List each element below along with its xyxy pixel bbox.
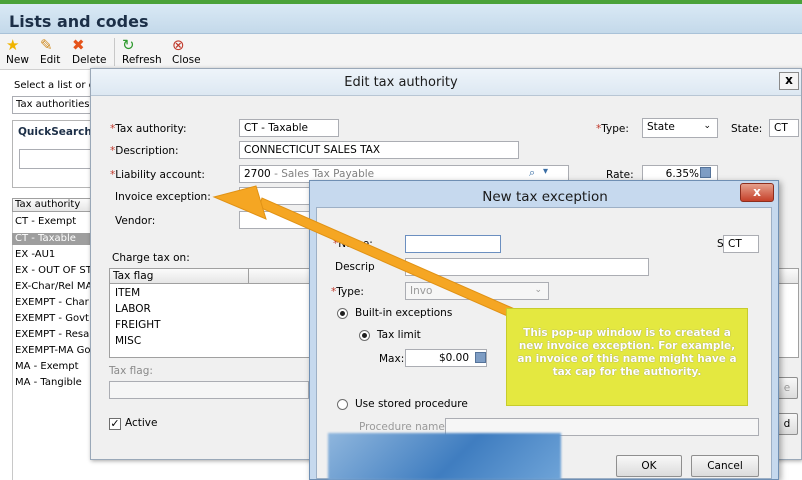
list-item[interactable]: MA - Exempt xyxy=(12,361,95,373)
cancel-button[interactable]: Cancel xyxy=(691,455,759,477)
list-item[interactable]: EXEMPT - Govt xyxy=(12,313,95,325)
title-bar: Lists and codes xyxy=(0,4,802,34)
list-item[interactable]: EX - OUT OF ST xyxy=(12,265,95,277)
list-item[interactable]: EXEMPT-MA Go xyxy=(12,345,95,357)
quicksearch-box: QuickSearch xyxy=(12,120,93,188)
vendor-label: Vendor: xyxy=(115,215,156,227)
max-label: Max: xyxy=(379,353,405,365)
edit-dialog-close-button[interactable]: x xyxy=(779,72,799,90)
charge-tax-on-label: Charge tax on: xyxy=(112,252,190,264)
type-select[interactable]: Invo ⌄ xyxy=(405,282,549,300)
new-dialog-close-button[interactable]: x xyxy=(740,183,774,202)
tax-flag-row[interactable]: MISC xyxy=(115,335,141,347)
partial-button[interactable]: d xyxy=(776,413,798,435)
tax-authority-label: *Tax authority: xyxy=(110,123,187,135)
state-input[interactable]: CT xyxy=(769,119,799,137)
edit-dialog-header: Edit tax authority x xyxy=(91,69,801,96)
state-input[interactable]: CT xyxy=(723,235,759,253)
chevron-down-icon: ⌄ xyxy=(703,121,711,131)
tax-flag-row[interactable]: LABOR xyxy=(115,303,151,315)
list-item[interactable]: EX-Char/Rel MA xyxy=(12,281,95,293)
refresh-icon: ↻ xyxy=(122,36,135,54)
type-label: *Type: xyxy=(331,286,364,298)
active-label: Active xyxy=(125,417,158,429)
edit-button[interactable]: ✎ Edit xyxy=(40,36,60,66)
edit-dialog-title: Edit tax authority xyxy=(344,75,458,90)
chevron-down-icon: ⌄ xyxy=(534,285,542,295)
toolbar-divider xyxy=(114,38,115,66)
blurred-region xyxy=(328,433,561,480)
procedure-name-label: Procedure name: xyxy=(359,421,449,433)
builtin-exceptions-label: Built-in exceptions xyxy=(355,307,453,319)
list-item[interactable]: MA - Tangible xyxy=(12,377,95,389)
liability-account-label: *Liability account: xyxy=(110,169,205,181)
type-label: *Type: xyxy=(596,123,629,135)
tax-flag-row[interactable]: ITEM xyxy=(115,287,140,299)
description-input[interactable]: CONNECTICUT SALES TAX xyxy=(239,141,519,159)
new-dialog-title: New tax exception xyxy=(482,189,608,205)
app-title: Lists and codes xyxy=(9,12,149,31)
annotation-callout: This pop-up window is to created a new i… xyxy=(506,308,748,406)
name-input[interactable] xyxy=(405,235,501,253)
close-circle-icon: ⊗ xyxy=(172,36,185,54)
calculator-icon[interactable] xyxy=(475,352,486,363)
description-label: *Description: xyxy=(110,145,179,157)
list-item[interactable]: EXEMPT - Char xyxy=(12,297,95,309)
invoice-exception-select[interactable] xyxy=(239,187,311,205)
calculator-icon[interactable] xyxy=(700,167,711,178)
toolbar: ★ New ✎ Edit ✖ Delete ↻ Refresh ⊗ Close xyxy=(0,34,802,70)
name-label: *Name: xyxy=(333,238,373,250)
builtin-exceptions-radio[interactable] xyxy=(337,308,348,319)
list-item[interactable]: CT - Exempt xyxy=(12,216,95,228)
ok-button[interactable]: OK xyxy=(616,455,682,477)
tax-limit-label: Tax limit xyxy=(377,329,421,341)
tax-flag-input[interactable] xyxy=(109,381,309,399)
list-item-selected[interactable]: CT - Taxable xyxy=(12,233,95,245)
tax-limit-radio[interactable] xyxy=(359,330,370,341)
close-button[interactable]: ⊗ Close xyxy=(172,36,201,66)
tax-authority-input[interactable]: CT - Taxable xyxy=(239,119,339,137)
select-list-label: Select a list or c xyxy=(14,80,95,91)
pencil-icon: ✎ xyxy=(40,36,53,54)
delete-button[interactable]: ✖ Delete xyxy=(72,36,107,66)
tax-flag-field-label: Tax flag: xyxy=(109,365,153,377)
stored-procedure-label: Use stored procedure xyxy=(355,398,468,410)
delete-x-icon: ✖ xyxy=(72,36,85,54)
list-item[interactable]: EX -AU1 xyxy=(12,249,95,261)
invoice-exception-label: Invoice exception: xyxy=(115,191,211,203)
description-label: Descrip xyxy=(335,261,375,273)
close-icon: x xyxy=(753,185,761,199)
refresh-button[interactable]: ↻ Refresh xyxy=(122,36,162,66)
star-icon: ★ xyxy=(6,36,20,54)
stored-procedure-radio[interactable] xyxy=(337,399,348,410)
tax-authority-column-header[interactable]: Tax authority xyxy=(12,198,92,212)
partial-button[interactable]: e xyxy=(776,377,798,399)
check-icon: ✓ xyxy=(110,417,120,430)
lookup-magnifier-icon[interactable]: ⌕ xyxy=(529,166,535,180)
list-item[interactable]: EXEMPT - Resa xyxy=(12,329,95,341)
tax-flag-row[interactable]: FREIGHT xyxy=(115,319,161,331)
tax-flag-column-header[interactable]: Tax flag xyxy=(109,268,249,284)
description-input[interactable] xyxy=(405,258,649,276)
vendor-input[interactable] xyxy=(239,211,311,229)
type-select[interactable]: State ⌄ xyxy=(642,118,718,138)
new-button[interactable]: ★ New xyxy=(6,36,29,66)
quicksearch-input[interactable] xyxy=(19,149,93,169)
list-select[interactable]: Tax authorities xyxy=(12,96,92,114)
account-dropdown-icon[interactable]: ▾ xyxy=(543,166,548,177)
state-label: State: xyxy=(731,123,763,135)
close-icon: x xyxy=(785,73,793,87)
active-checkbox[interactable]: ✓ xyxy=(109,418,121,430)
